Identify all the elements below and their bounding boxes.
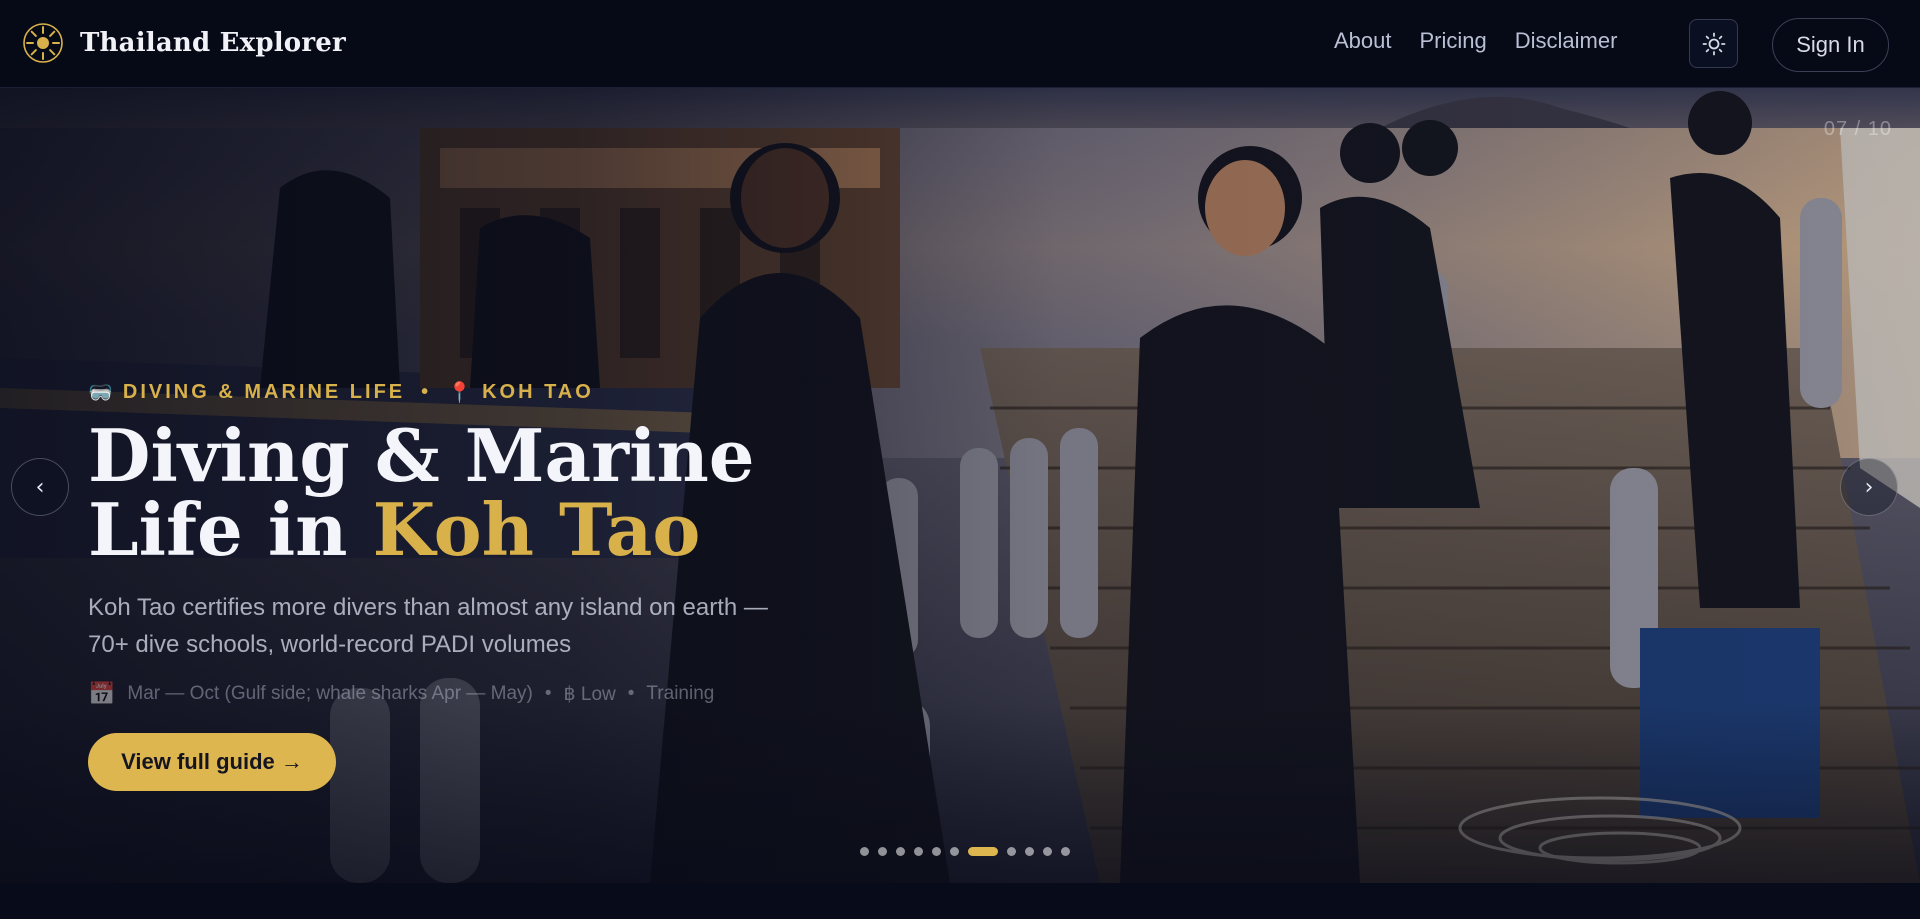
slide-indicator-dot[interactable] [860,847,869,856]
eyebrow-separator: • [421,381,432,403]
chevron-left-icon: ‹ [35,474,45,500]
hero-title-line1: Diving & Marine [88,413,755,498]
sun-compass-icon [23,23,63,63]
slide-indicator-dot[interactable] [932,847,941,856]
season-text: Mar — Oct (Gulf side; whale sharks Apr —… [127,683,533,704]
hero-eyebrow: 🥽 DIVING & MARINE LIFE • 📍 KOH TAO [88,380,848,405]
next-slide-button[interactable]: › [1840,458,1898,516]
brand[interactable]: Thailand Explorer [22,22,346,64]
hero-meta: 📅 Mar — Oct (Gulf side; whale sharks Apr… [88,681,848,707]
meta-separator: • [627,683,635,704]
theme-toggle-button[interactable] [1689,19,1738,68]
category-label: DIVING & MARINE LIFE [122,381,406,403]
brand-name: Thailand Explorer [80,28,346,58]
calendar-icon: 📅 [88,681,116,706]
slide-indicators [860,847,1070,856]
hero-title-line2: Life in [88,487,373,572]
page-bottom-strip [0,883,1920,919]
main-nav: About Pricing Disclaimer [1334,28,1617,54]
sign-in-button[interactable]: Sign In [1772,18,1889,72]
nav-about[interactable]: About [1334,28,1392,54]
slide-indicator-dot[interactable] [1061,847,1070,856]
slide-indicator-dot[interactable] [1007,847,1016,856]
slide-indicator-dot[interactable] [1025,847,1034,856]
meta-separator: • [544,683,552,704]
hero-description: Koh Tao certifies more divers than almos… [88,594,768,658]
hero-carousel: 07 / 10 🥽 DIVING & MARINE LIFE • 📍 KOH T… [0,88,1920,883]
slide-indicator-dot[interactable] [968,847,998,856]
hero-title: Diving & Marine Life in Koh Tao [88,419,848,567]
slide-indicator-dot[interactable] [1043,847,1052,856]
location-label: KOH TAO [482,381,594,403]
slide-indicator-dot[interactable] [878,847,887,856]
hero-title-accent: Koh Tao [372,487,701,572]
hero-content: 🥽 DIVING & MARINE LIFE • 📍 KOH TAO Divin… [88,380,848,791]
nav-pricing[interactable]: Pricing [1420,28,1487,54]
view-guide-button[interactable]: View full guide → [88,733,336,791]
budget-text: ฿ Low [563,683,616,705]
diving-mask-icon: 🥽 [88,382,113,404]
chevron-right-icon: › [1864,474,1874,500]
previous-slide-button[interactable]: ‹ [11,458,69,516]
nav-disclaimer[interactable]: Disclaimer [1515,28,1618,54]
location-pin-icon: 📍 [447,382,473,404]
slide-indicator-dot[interactable] [950,847,959,856]
type-text: Training [646,683,715,704]
sun-icon [1702,32,1725,55]
slide-indicator-dot[interactable] [896,847,905,856]
slide-indicator-dot[interactable] [914,847,923,856]
site-header: Thailand Explorer About Pricing Disclaim… [0,0,1920,88]
slide-counter: 07 / 10 [1823,118,1892,140]
